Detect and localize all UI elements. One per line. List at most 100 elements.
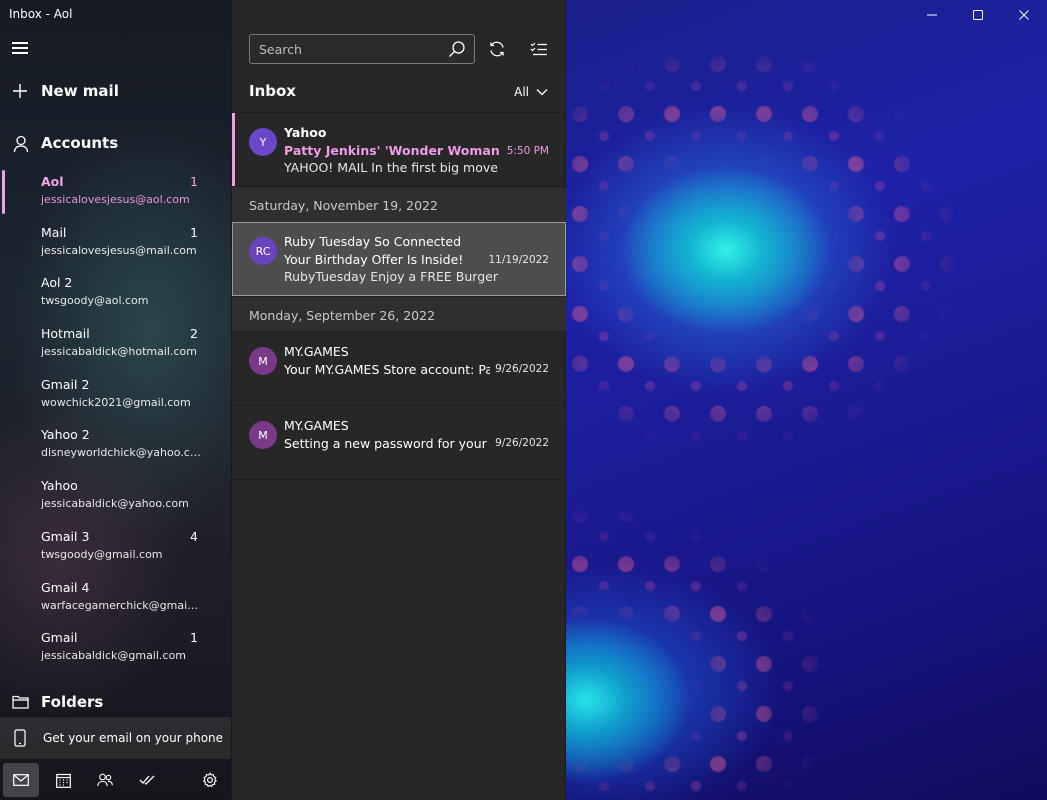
- message-time: 5:50 PM: [506, 145, 549, 157]
- account-email: twsgoody@aol.com: [41, 294, 149, 308]
- people-nav-button[interactable]: [87, 763, 123, 797]
- hamburger-menu-icon[interactable]: [12, 40, 32, 56]
- message-item[interactable]: M MY.GAMES Setting a new password for yo…: [232, 405, 566, 479]
- account-name: Gmail 4: [41, 579, 90, 595]
- settings-icon: [202, 772, 218, 788]
- sender-avatar: M: [249, 347, 277, 375]
- sender-avatar: RC: [249, 237, 277, 265]
- account-item-hotmail[interactable]: Hotmail jessicabaldick@hotmail.com 2: [0, 320, 231, 371]
- accounts-label: Accounts: [41, 134, 119, 152]
- message-subject: Your MY.GAMES Store account: Password: [284, 362, 490, 377]
- sync-button[interactable]: [484, 37, 510, 61]
- people-icon: [97, 773, 113, 787]
- todo-nav-button[interactable]: [129, 763, 165, 797]
- unread-count: 1: [190, 224, 198, 240]
- maximize-icon: [973, 10, 983, 20]
- sender-avatar: Y: [249, 128, 277, 156]
- account-list: Aol jessicalovesjesus@aol.com 1 Mail jes…: [0, 168, 231, 675]
- filter-label: All: [514, 85, 529, 99]
- chevron-down-icon: [536, 89, 548, 96]
- mail-icon: [13, 774, 29, 786]
- account-name: Gmail: [41, 630, 78, 646]
- close-button[interactable]: [1001, 0, 1047, 30]
- search-icon[interactable]: [448, 40, 466, 58]
- new-mail-button[interactable]: New mail: [0, 76, 231, 108]
- account-name: Aol: [41, 174, 64, 189]
- date-separator-label: Monday, September 26, 2022: [249, 308, 436, 323]
- search-input[interactable]: [259, 40, 439, 58]
- account-item-yahoo-2[interactable]: Yahoo 2 disneyworldchick@yahoo.com: [0, 421, 231, 472]
- folder-icon: [12, 695, 29, 709]
- message-item[interactable]: RC Ruby Tuesday So Connected Your Birthd…: [232, 222, 566, 296]
- minimize-icon: [927, 14, 937, 16]
- window-title: Inbox - Aol: [9, 7, 73, 21]
- account-name: Yahoo: [41, 478, 78, 494]
- message-list-pane: Inbox All Y Yahoo Patty Jenkins' 'Wonder…: [231, 0, 566, 800]
- sync-icon: [490, 41, 504, 57]
- message-sender: Yahoo: [284, 125, 327, 140]
- message-preview: RubyTuesday Enjoy a FREE Burger: [284, 269, 498, 284]
- message-item[interactable]: M MY.GAMES Your MY.GAMES Store account: …: [232, 331, 566, 405]
- close-icon: [1019, 10, 1029, 20]
- account-email: twsgoody@gmail.com: [41, 547, 163, 561]
- message-time: 9/26/2022: [495, 437, 549, 449]
- sidebar: Inbox - Aol New mail Accounts Aol jessic…: [0, 0, 231, 800]
- account-item-gmail-3[interactable]: Gmail 3 twsgoody@gmail.com 4: [0, 523, 231, 574]
- account-item-gmail[interactable]: Gmail jessicabaldick@gmail.com 1: [0, 624, 231, 675]
- bottom-nav: [0, 760, 231, 800]
- account-name: Yahoo 2: [41, 427, 90, 443]
- mail-nav-button[interactable]: [3, 763, 39, 797]
- get-email-on-phone-button[interactable]: Get your email on your phone: [0, 717, 231, 759]
- plus-icon: [13, 84, 27, 98]
- message-preview: YAHOO! MAIL In the first big move by: [284, 160, 502, 175]
- calendar-icon: [55, 773, 71, 788]
- minimize-button[interactable]: [909, 0, 955, 30]
- account-item-gmail-2[interactable]: Gmail 2 wowchick2021@gmail.com: [0, 371, 231, 422]
- folders-header[interactable]: Folders: [0, 688, 231, 716]
- selection-mode-button[interactable]: [526, 37, 552, 61]
- account-item-gmail-4[interactable]: Gmail 4 warfacegamerchick@gmail.c...: [0, 574, 231, 625]
- filter-dropdown[interactable]: All: [514, 85, 548, 99]
- new-mail-label: New mail: [41, 82, 119, 100]
- account-name: Hotmail: [41, 326, 90, 342]
- account-email: jessicalovesjesus@aol.com: [41, 193, 190, 206]
- person-icon: [13, 135, 29, 153]
- message-sender: MY.GAMES: [284, 418, 349, 433]
- phone-promo-label: Get your email on your phone: [43, 731, 224, 745]
- account-email: warfacegamerchick@gmail.c...: [41, 598, 201, 612]
- phone-icon: [14, 729, 26, 747]
- date-separator-label: Saturday, November 19, 2022: [249, 198, 438, 213]
- account-item-yahoo[interactable]: Yahoo jessicabaldick@yahoo.com: [0, 472, 231, 523]
- folders-label: Folders: [41, 693, 104, 711]
- account-name: Gmail 3: [41, 528, 90, 544]
- account-email: disneyworldchick@yahoo.com: [41, 446, 201, 460]
- account-email: jessicalovesjesus@mail.com: [41, 243, 197, 257]
- search-box[interactable]: [249, 34, 475, 64]
- message-time: 11/19/2022: [488, 254, 549, 266]
- calendar-nav-button[interactable]: [45, 763, 81, 797]
- message-subject: Setting a new password for your MY.GAMES: [284, 436, 490, 451]
- accounts-header[interactable]: Accounts: [0, 130, 231, 158]
- account-name: Mail: [41, 224, 67, 240]
- message-time: 9/26/2022: [495, 363, 549, 375]
- unread-count: 2: [190, 326, 198, 342]
- date-separator: Monday, September 26, 2022: [232, 296, 566, 332]
- message-sender: MY.GAMES: [284, 344, 349, 359]
- background-wallpaper: [566, 0, 1047, 800]
- maximize-button[interactable]: [955, 0, 1001, 30]
- sender-avatar: M: [249, 421, 277, 449]
- account-email: jessicabaldick@hotmail.com: [41, 345, 197, 359]
- wallpaper-texture-bottom: [566, 0, 1047, 800]
- settings-nav-button[interactable]: [192, 763, 228, 797]
- unread-count: 1: [190, 630, 198, 646]
- account-name: Aol 2: [41, 275, 73, 291]
- account-item-aol-2[interactable]: Aol 2 twsgoody@aol.com: [0, 269, 231, 320]
- account-item-mail[interactable]: Mail jessicalovesjesus@mail.com 1: [0, 219, 231, 270]
- select-list-icon: [530, 42, 547, 56]
- date-separator: Saturday, November 19, 2022: [232, 186, 566, 222]
- message-sender: Ruby Tuesday So Connected: [284, 234, 462, 249]
- list-divider: [232, 479, 566, 480]
- account-item-aol[interactable]: Aol jessicalovesjesus@aol.com 1: [0, 168, 231, 219]
- message-subject: Your Birthday Offer Is Inside!: [284, 252, 464, 267]
- message-item[interactable]: Y Yahoo Patty Jenkins' 'Wonder Woman 3' …: [232, 112, 566, 187]
